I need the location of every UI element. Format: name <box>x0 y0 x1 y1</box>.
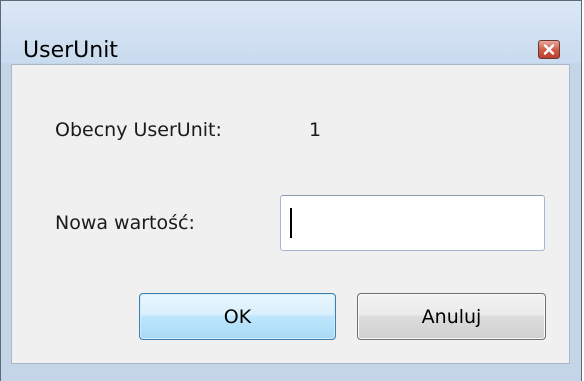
title-bar[interactable]: UserUnit <box>1 1 581 63</box>
text-caret <box>290 208 292 238</box>
current-userunit-value: 1 <box>309 119 322 141</box>
new-value-input[interactable] <box>280 195 545 251</box>
ok-button-label: OK <box>223 305 252 328</box>
ok-button[interactable]: OK <box>139 293 336 340</box>
dialog-content: Obecny UserUnit: 1 Nowa wartość: OK Anul… <box>11 64 570 364</box>
window-title: UserUnit <box>23 38 118 63</box>
close-button[interactable] <box>538 40 560 59</box>
cancel-button-label: Anuluj <box>421 305 482 328</box>
cancel-button[interactable]: Anuluj <box>357 293 546 340</box>
new-value-label: Nowa wartość: <box>55 212 195 234</box>
close-icon <box>543 44 555 55</box>
current-userunit-label: Obecny UserUnit: <box>55 119 222 141</box>
dialog-window: UserUnit Obecny UserUnit: 1 Nowa wartość… <box>0 0 582 381</box>
